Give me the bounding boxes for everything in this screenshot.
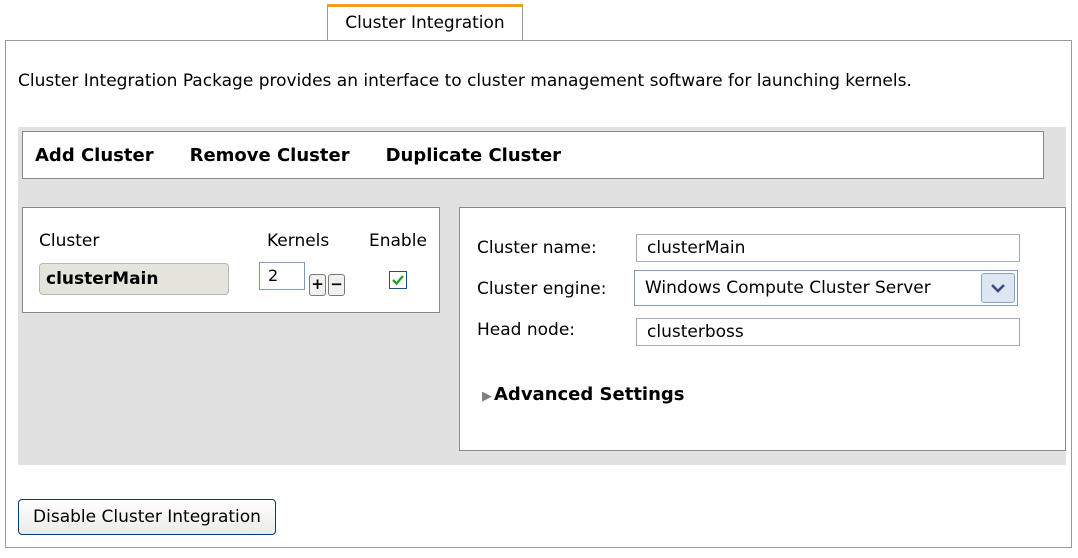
enable-checkbox[interactable] — [389, 271, 407, 289]
cluster-engine-select[interactable]: Windows Compute Cluster Server — [634, 270, 1018, 306]
advanced-settings-toggle[interactable]: ▶ Advanced Settings — [482, 384, 685, 405]
plus-icon: + — [311, 275, 324, 293]
cluster-config-area: Add Cluster Remove Cluster Duplicate Clu… — [18, 127, 1066, 465]
kernels-decrement-button[interactable]: − — [328, 274, 345, 296]
remove-cluster-button[interactable]: Remove Cluster — [190, 145, 350, 166]
head-node-label: Head node: — [477, 320, 576, 340]
chevron-down-icon — [991, 284, 1005, 293]
cluster-engine-label: Cluster engine: — [477, 279, 607, 299]
head-node-field[interactable]: clusterboss — [636, 318, 1020, 346]
kernels-column-header: Kernels — [267, 231, 330, 251]
cluster-name-item[interactable]: clusterMain — [39, 263, 229, 295]
checkmark-icon — [392, 275, 404, 286]
description-text: Cluster Integration Package provides an … — [18, 71, 912, 91]
tab-label: Cluster Integration — [345, 13, 505, 33]
expand-triangle-icon: ▶ — [482, 389, 492, 404]
dropdown-button[interactable] — [981, 273, 1015, 303]
cluster-name-field[interactable]: clusterMain — [636, 234, 1020, 262]
tab-cluster-integration[interactable]: Cluster Integration — [327, 4, 523, 40]
cluster-details-panel: Cluster name: clusterMain Cluster engine… — [459, 207, 1066, 451]
disable-cluster-integration-button[interactable]: Disable Cluster Integration — [18, 499, 276, 535]
duplicate-cluster-button[interactable]: Duplicate Cluster — [386, 145, 561, 166]
kernels-increment-button[interactable]: + — [309, 274, 326, 296]
cluster-engine-value: Windows Compute Cluster Server — [645, 278, 931, 298]
cluster-integration-panel: Cluster Integration Package provides an … — [5, 40, 1072, 548]
cluster-list: Cluster Kernels Enable clusterMain 2 + − — [22, 207, 440, 313]
kernels-input[interactable]: 2 — [259, 262, 305, 290]
minus-icon: − — [330, 275, 343, 293]
cluster-toolbar: Add Cluster Remove Cluster Duplicate Clu… — [22, 131, 1044, 179]
enable-column-header: Enable — [369, 231, 427, 251]
cluster-column-header: Cluster — [39, 231, 100, 251]
cluster-name-label: Cluster name: — [477, 238, 597, 258]
add-cluster-button[interactable]: Add Cluster — [35, 145, 154, 166]
advanced-settings-label: Advanced Settings — [494, 384, 685, 405]
